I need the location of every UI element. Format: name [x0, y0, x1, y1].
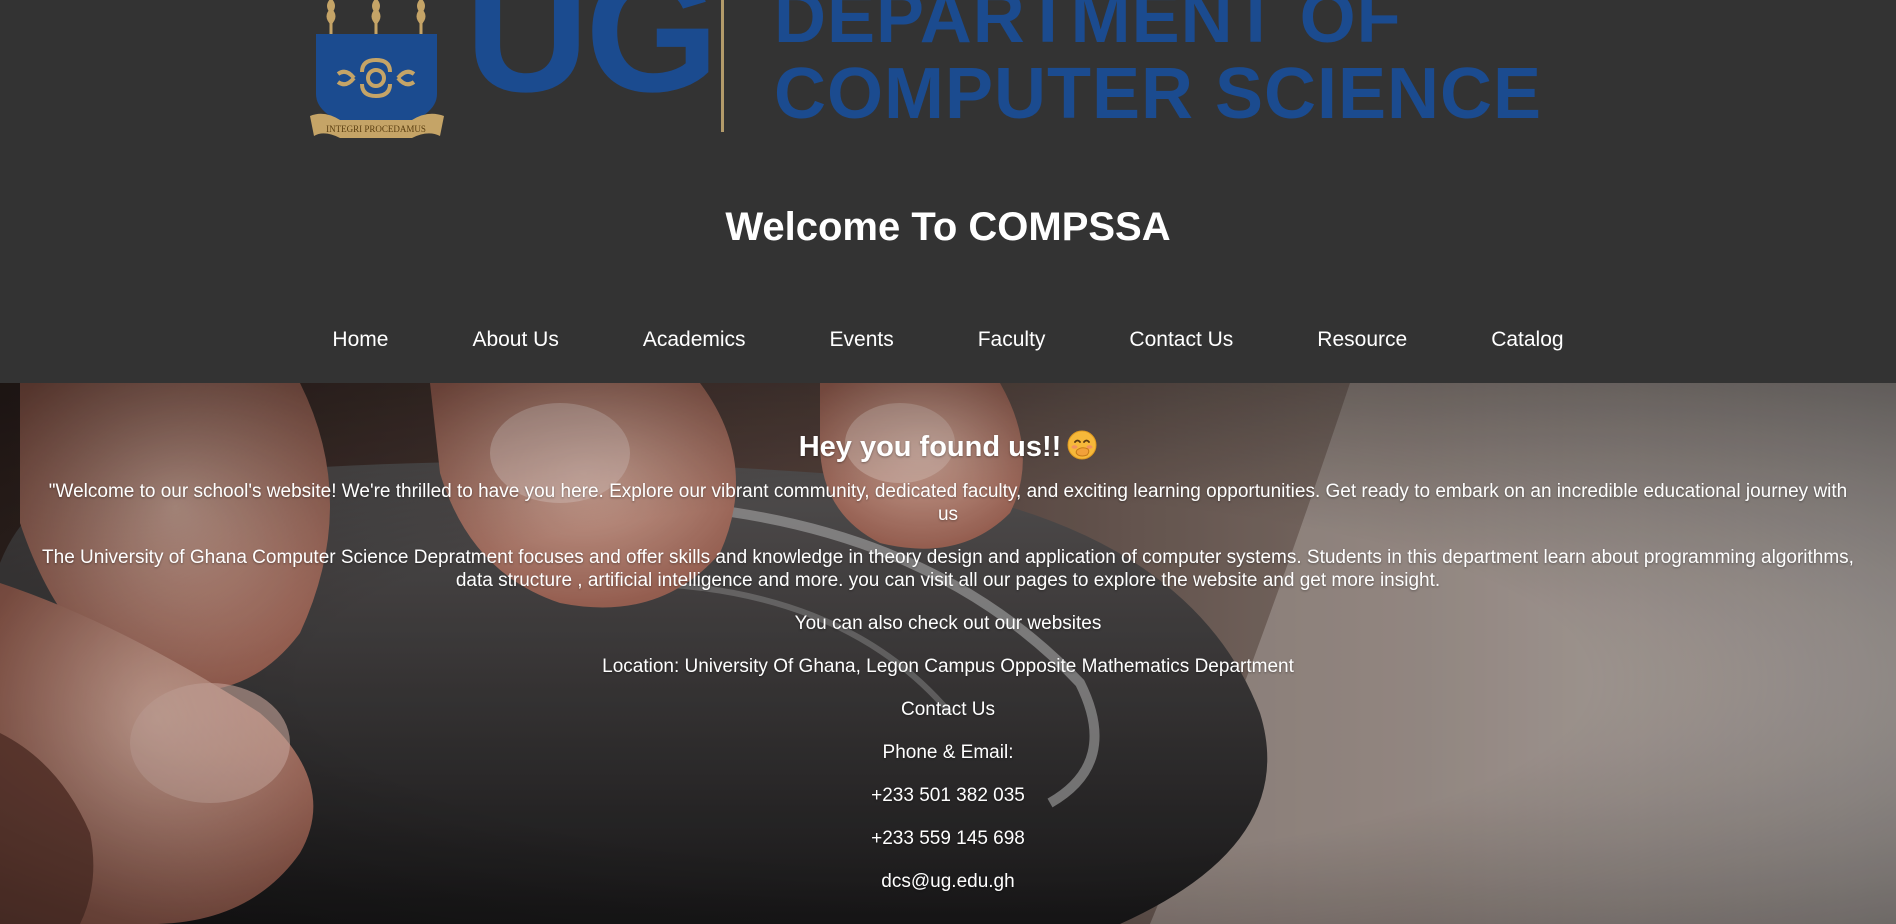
- hero-heading-text: Hey you found us!!: [798, 431, 1062, 463]
- email-address[interactable]: dcs@ug.edu.gh: [40, 870, 1856, 893]
- department-name-line2: COMPUTER SCIENCE: [774, 54, 1543, 134]
- nav-about-us[interactable]: About Us: [472, 328, 558, 352]
- svg-text:INTEGRI PROCEDAMUS: INTEGRI PROCEDAMUS: [326, 124, 426, 134]
- hand-over-mouth-emoji-icon: [1067, 430, 1097, 460]
- nav-catalog[interactable]: Catalog: [1491, 328, 1563, 352]
- university-crest-icon: INTEGRI PROCEDAMUS: [310, 0, 444, 138]
- hero-section: Hey you found us!! "Welcome to our schoo…: [0, 383, 1896, 924]
- hero-content: Hey you found us!! "Welcome to our schoo…: [40, 430, 1856, 913]
- nav-events[interactable]: Events: [830, 328, 894, 352]
- site-header: INTEGRI PROCEDAMUS UG DEPARTMENT OF COMP…: [0, 0, 1896, 383]
- department-name-line1: DEPARTMENT OF: [774, 0, 1402, 58]
- phone-number-1[interactable]: +233 501 382 035: [40, 784, 1856, 807]
- nav-faculty[interactable]: Faculty: [978, 328, 1046, 352]
- nav-academics[interactable]: Academics: [643, 328, 746, 352]
- nav-contact-us[interactable]: Contact Us: [1129, 328, 1233, 352]
- hero-heading: Hey you found us!!: [40, 430, 1856, 464]
- phone-email-label: Phone & Email:: [882, 742, 1014, 763]
- hero-websites-text: You can also check out our websites: [794, 613, 1102, 634]
- nav-resource[interactable]: Resource: [1317, 328, 1407, 352]
- main-nav: Home About Us Academics Events Faculty C…: [0, 328, 1896, 352]
- hero-intro-text: "Welcome to our school's website! We're …: [48, 481, 1848, 525]
- contact-heading: Contact Us: [901, 699, 995, 720]
- nav-home[interactable]: Home: [332, 328, 388, 352]
- ug-logo-text: UG: [465, 0, 719, 128]
- hero-about-text: The University of Ghana Computer Science…: [42, 547, 1854, 591]
- logo-divider: [721, 0, 724, 132]
- hero-location-text: Location: University Of Ghana, Legon Cam…: [602, 656, 1294, 677]
- phone-number-2[interactable]: +233 559 145 698: [40, 827, 1856, 850]
- department-logo[interactable]: INTEGRI PROCEDAMUS UG DEPARTMENT OF COMP…: [300, 0, 1560, 155]
- page-title: Welcome To COMPSSA: [725, 205, 1171, 249]
